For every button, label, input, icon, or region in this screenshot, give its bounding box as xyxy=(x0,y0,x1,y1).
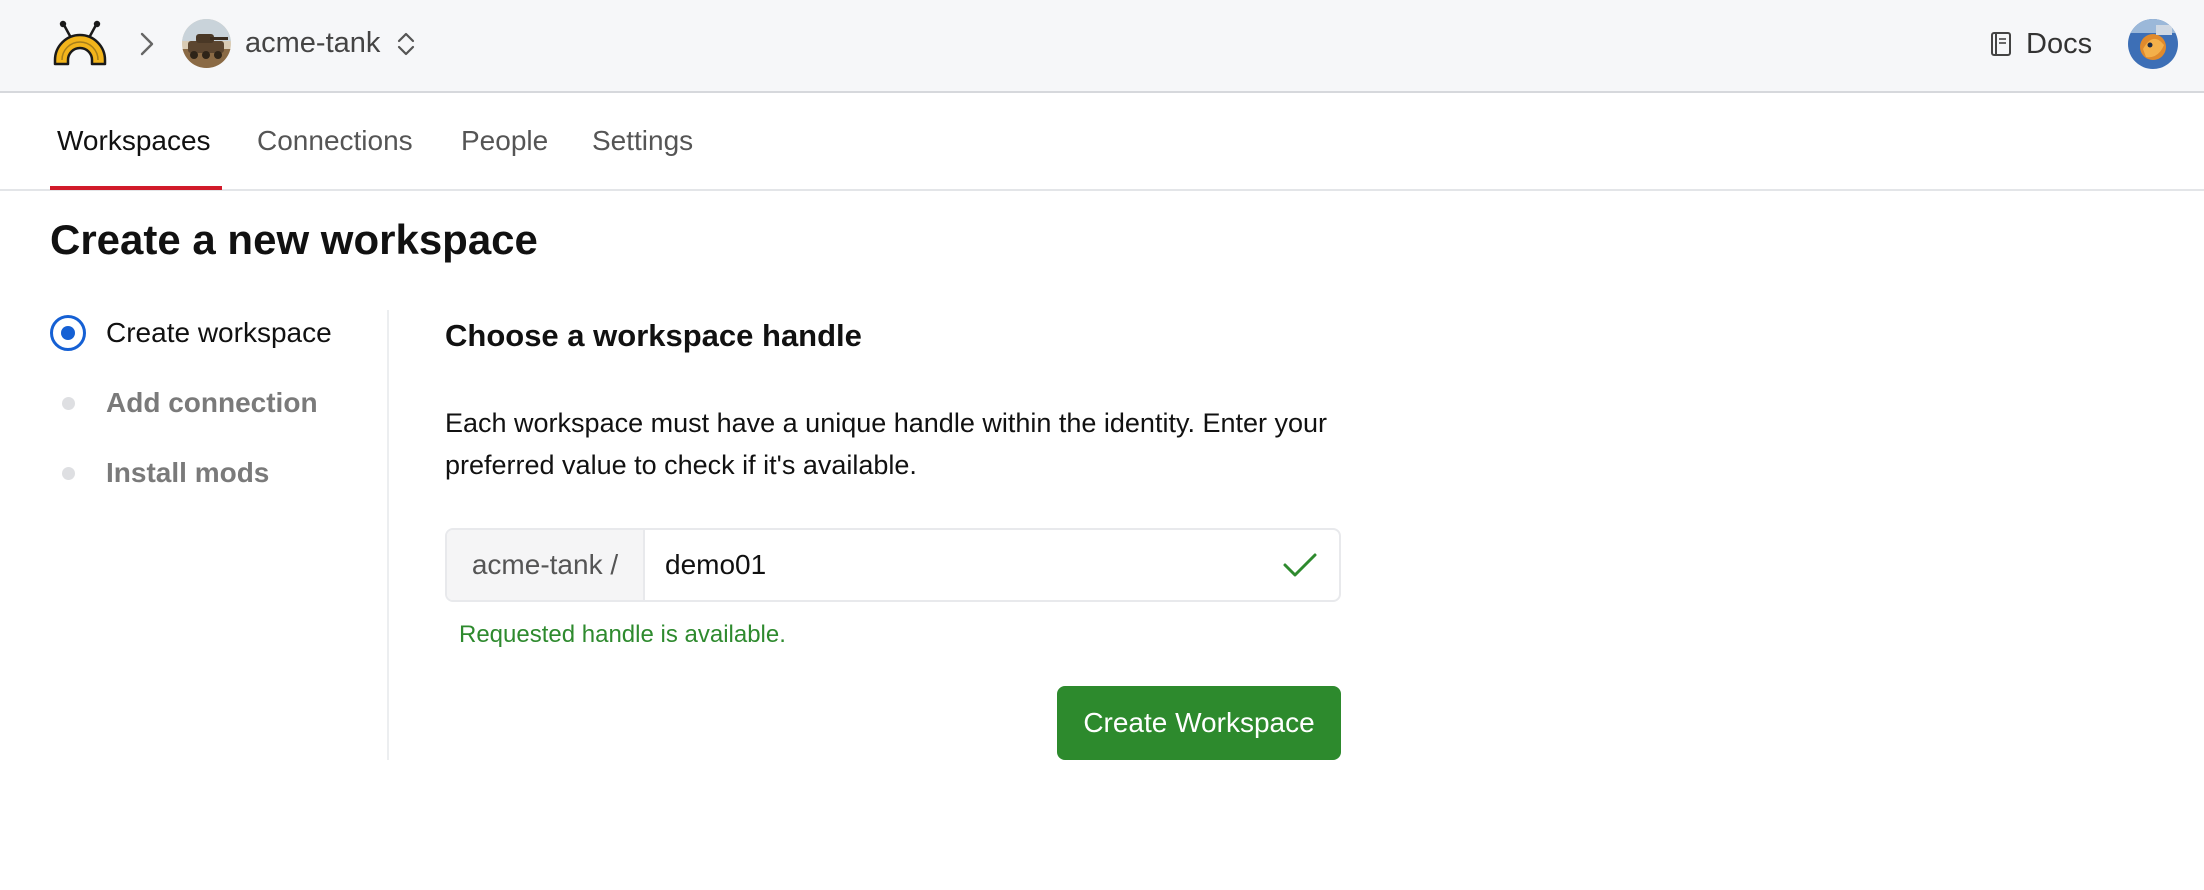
step-pending-dot-icon xyxy=(61,396,75,410)
page-title: Create a new workspace xyxy=(50,216,538,263)
section-title: Choose a workspace handle xyxy=(445,318,862,353)
org-name[interactable]: acme-tank xyxy=(245,25,380,61)
handle-prefix: acme-tank / xyxy=(447,530,645,600)
handle-input[interactable] xyxy=(645,530,1261,600)
tab-settings[interactable]: Settings xyxy=(592,123,693,159)
up-down-chevron-icon[interactable] xyxy=(394,29,418,59)
steampipe-logo-icon[interactable] xyxy=(50,20,110,66)
handle-status-message: Requested handle is available. xyxy=(459,621,786,648)
org-avatar[interactable] xyxy=(182,19,231,68)
step-label: Install mods xyxy=(106,457,270,488)
step-pending-dot-icon xyxy=(61,466,75,480)
create-workspace-button[interactable]: Create Workspace xyxy=(1057,686,1341,760)
active-tab-indicator xyxy=(50,186,222,190)
docs-label: Docs xyxy=(2026,27,2093,60)
section-description: Each workspace must have a unique handle… xyxy=(445,408,1328,480)
tab-connections[interactable]: Connections xyxy=(257,123,413,159)
step-label: Add connection xyxy=(106,387,318,418)
chevron-right-icon xyxy=(136,30,158,58)
step-install-mods: Install mods xyxy=(50,453,269,493)
step-add-connection: Add connection xyxy=(50,383,318,423)
steps-divider xyxy=(387,310,389,760)
checkmark-icon xyxy=(1261,530,1339,600)
docs-link[interactable]: Docs xyxy=(1990,24,2092,64)
tab-workspaces[interactable]: Workspaces xyxy=(57,123,211,159)
main-tabs: Workspaces Connections People Settings xyxy=(0,93,2204,191)
user-avatar[interactable] xyxy=(2128,19,2178,69)
step-current-radio-icon xyxy=(50,315,86,351)
tab-people[interactable]: People xyxy=(461,123,548,159)
step-create-workspace: Create workspace xyxy=(50,313,332,353)
step-label: Create workspace xyxy=(106,317,332,348)
top-bar: acme-tank Docs xyxy=(0,0,2204,93)
book-icon xyxy=(1990,31,2012,57)
handle-input-group: acme-tank / xyxy=(445,528,1341,602)
